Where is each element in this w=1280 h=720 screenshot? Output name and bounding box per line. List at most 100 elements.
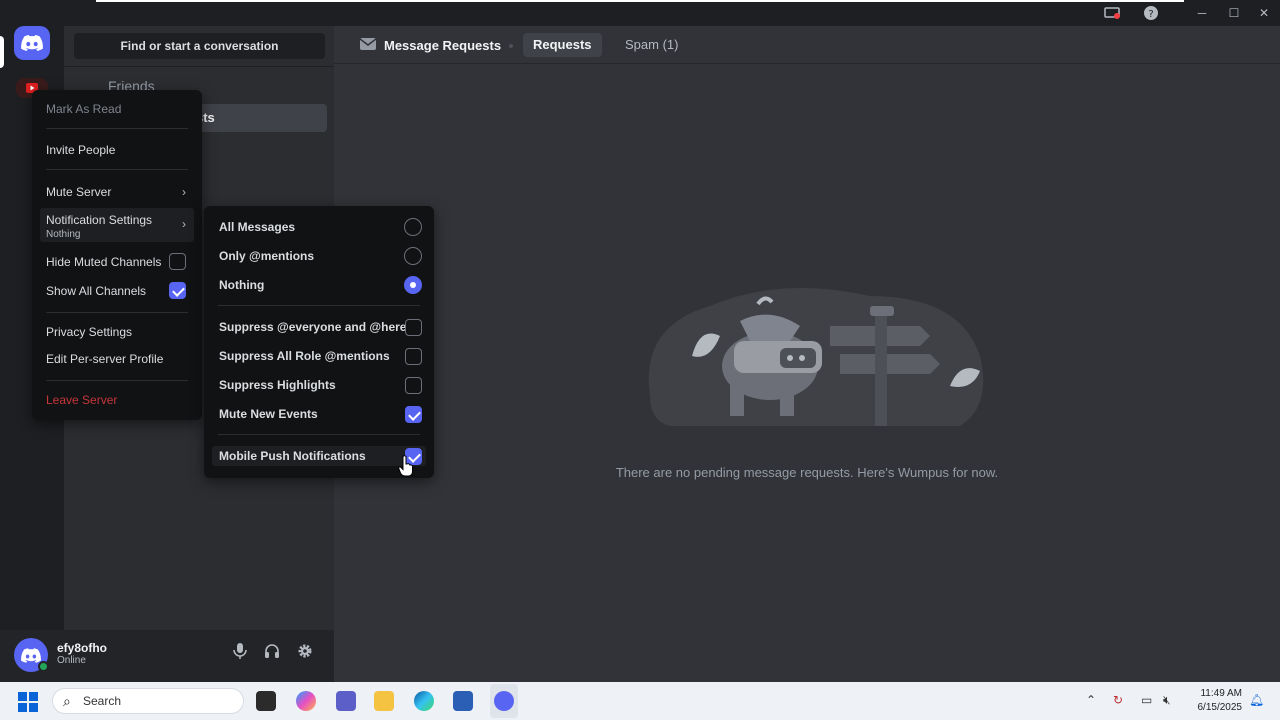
show-all-channels-label: Show All Channels xyxy=(46,284,147,298)
sidebar-divider xyxy=(64,66,334,67)
clock-date: 6/15/2025 xyxy=(1197,702,1243,713)
window-top-edge xyxy=(96,0,1184,2)
close-button[interactable]: ✕ xyxy=(1255,4,1273,22)
suppress-highlights-checkbox[interactable] xyxy=(405,377,422,394)
user-status: Online xyxy=(57,655,86,666)
username: efy8ofho xyxy=(57,641,108,655)
teams-icon[interactable] xyxy=(336,691,356,711)
windows-start-icon[interactable] xyxy=(18,692,38,712)
mute-new-events-label: Mute New Events xyxy=(219,407,318,421)
nothing-label: Nothing xyxy=(219,278,265,292)
menu-separator xyxy=(46,128,188,129)
svg-text:?: ? xyxy=(1148,9,1153,20)
suppress-roles-label: Suppress All Role @mentions xyxy=(219,349,390,363)
gear-icon[interactable] xyxy=(294,643,316,665)
suppress-roles-option[interactable]: Suppress All Role @mentions xyxy=(212,346,426,366)
notification-settings-submenu: All Messages Only @mentions Nothing Supp… xyxy=(204,206,434,478)
sync-icon[interactable]: ↻ xyxy=(1113,693,1123,707)
chevron-right-icon: › xyxy=(182,217,186,231)
main-header: Message Requests Requests Spam (1) xyxy=(334,26,1280,64)
headphones-icon[interactable] xyxy=(261,643,283,665)
mute-new-events-checkbox[interactable] xyxy=(405,406,422,423)
nothing-option[interactable]: Nothing xyxy=(212,275,426,295)
only-mentions-option[interactable]: Only @mentions xyxy=(212,246,426,266)
suppress-everyone-option[interactable]: Suppress @everyone and @here xyxy=(212,317,426,337)
mobile-push-option[interactable]: Mobile Push Notifications xyxy=(212,446,426,466)
mute-server-item[interactable]: Mute Server › xyxy=(40,185,194,199)
taskbar-search-label: Search xyxy=(83,694,122,708)
chevron-right-icon: › xyxy=(182,185,186,199)
search-icon: ⌕ xyxy=(63,693,71,709)
direct-messages-home-button[interactable] xyxy=(14,26,50,60)
microphone-icon[interactable] xyxy=(229,643,251,665)
all-messages-label: All Messages xyxy=(219,220,296,234)
leave-server-item[interactable]: Leave Server xyxy=(40,393,194,407)
main-content: Message Requests Requests Spam (1) There… xyxy=(334,26,1280,682)
hide-muted-channels-label: Hide Muted Channels xyxy=(46,255,162,269)
menu-separator xyxy=(46,169,188,170)
page-title: Message Requests xyxy=(384,38,502,53)
show-all-channels-item[interactable]: Show All Channels xyxy=(40,282,194,304)
suppress-roles-checkbox[interactable] xyxy=(405,348,422,365)
only-mentions-label: Only @mentions xyxy=(219,249,315,263)
edge-browser-icon[interactable] xyxy=(414,691,434,711)
chevron-up-icon[interactable]: ⌃ xyxy=(1086,693,1096,707)
file-explorer-icon[interactable] xyxy=(374,691,394,711)
windows-taskbar: ⌕ Search ⌃ ↻ ▭ 🔇︎ 11:49 AM 6/15/2025 🔔︎ xyxy=(0,682,1280,720)
copilot-icon[interactable] xyxy=(296,691,316,711)
maximize-button[interactable]: ☐ xyxy=(1225,4,1243,22)
volume-muted-icon[interactable]: 🔇︎ xyxy=(1163,693,1171,708)
minimize-button[interactable]: ─ xyxy=(1193,4,1211,22)
discord-taskbar-icon[interactable] xyxy=(494,691,514,711)
online-status-dot xyxy=(38,661,49,672)
mute-new-events-option[interactable]: Mute New Events xyxy=(212,404,426,424)
taskbar-search-box[interactable]: ⌕ Search xyxy=(52,688,244,714)
network-icon[interactable]: ▭ xyxy=(1141,693,1152,707)
menu-separator xyxy=(218,434,420,435)
discord-logo-icon xyxy=(21,35,43,51)
discord-logo-icon xyxy=(21,647,41,663)
privacy-settings-item[interactable]: Privacy Settings xyxy=(40,325,194,339)
nothing-radio[interactable] xyxy=(404,276,422,294)
menu-separator xyxy=(46,312,188,313)
tab-requests[interactable]: Requests xyxy=(523,33,602,57)
clock-time: 11:49 AM xyxy=(1200,688,1242,699)
notification-bell-icon[interactable]: 🔔︎ xyxy=(1249,693,1264,707)
notification-settings-label: Notification Settings xyxy=(46,213,153,227)
hide-muted-channels-item[interactable]: Hide Muted Channels xyxy=(40,253,194,275)
server-context-menu: Mark As Read Invite People Mute Server ›… xyxy=(32,90,202,420)
only-mentions-radio[interactable] xyxy=(404,247,422,265)
screen-share-icon[interactable] xyxy=(1104,5,1120,21)
menu-separator xyxy=(46,380,188,381)
mute-server-label: Mute Server xyxy=(46,185,112,199)
edit-server-profile-item[interactable]: Edit Per-server Profile xyxy=(40,352,194,366)
suppress-everyone-checkbox[interactable] xyxy=(405,319,422,336)
all-messages-option[interactable]: All Messages xyxy=(212,217,426,237)
suppress-highlights-option[interactable]: Suppress Highlights xyxy=(212,375,426,395)
microsoft-store-icon[interactable] xyxy=(453,691,473,711)
notification-settings-value: Nothing xyxy=(46,229,81,240)
show-all-checkbox[interactable] xyxy=(169,282,186,299)
mark-as-read-item[interactable]: Mark As Read xyxy=(40,102,194,116)
tab-spam[interactable]: Spam (1) xyxy=(615,33,688,57)
title-bar: ? ─ ☐ ✕ xyxy=(0,0,1280,26)
hand-cursor-icon xyxy=(398,455,413,477)
help-icon[interactable]: ? xyxy=(1143,5,1159,21)
invite-people-item[interactable]: Invite People xyxy=(40,143,194,157)
user-panel: efy8ofho Online xyxy=(0,630,334,682)
find-conversation-button[interactable]: Find or start a conversation xyxy=(74,33,325,59)
suppress-everyone-label: Suppress @everyone and @here xyxy=(219,320,407,334)
header-separator xyxy=(509,44,513,48)
menu-separator xyxy=(218,305,420,306)
task-view-icon[interactable] xyxy=(256,691,276,711)
system-clock[interactable]: 11:49 AM 6/15/2025 xyxy=(1190,687,1243,715)
hide-muted-checkbox[interactable] xyxy=(169,253,186,270)
all-messages-radio[interactable] xyxy=(404,218,422,236)
envelope-icon xyxy=(360,38,376,50)
mobile-push-label: Mobile Push Notifications xyxy=(219,449,366,463)
selected-pill xyxy=(0,36,4,68)
wumpus-illustration xyxy=(648,288,984,426)
empty-state-message: There are no pending message requests. H… xyxy=(615,465,999,480)
notification-settings-item[interactable]: Notification Settings Nothing › xyxy=(40,208,194,242)
suppress-highlights-label: Suppress Highlights xyxy=(219,378,336,392)
